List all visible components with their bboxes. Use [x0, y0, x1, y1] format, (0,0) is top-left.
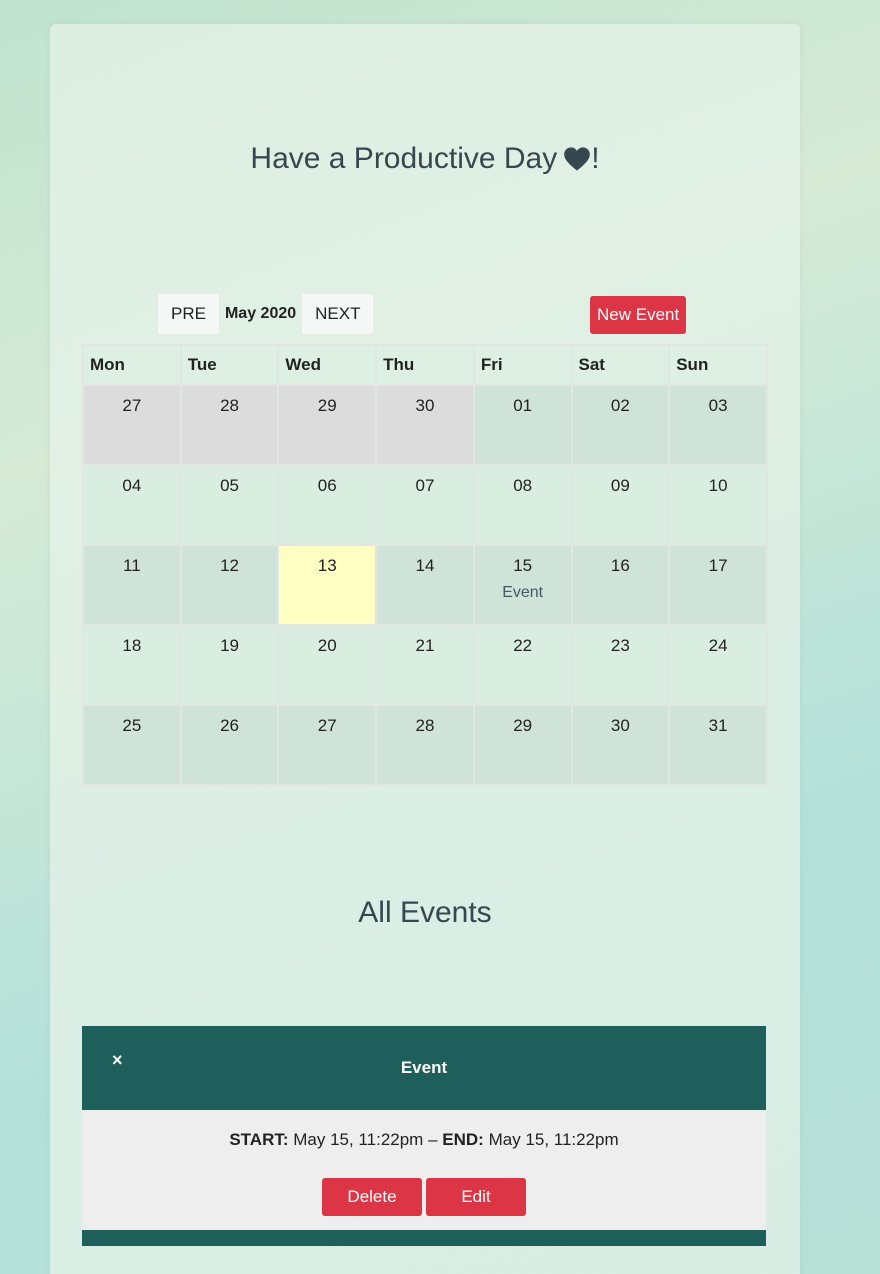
all-events-heading: All Events [358, 896, 492, 929]
greeting-suffix: ! [591, 142, 600, 175]
month-navigation: PRE May 2020 NEXT [158, 294, 374, 334]
new-event-button[interactable]: New Event [590, 296, 687, 334]
day-cell[interactable]: 11 [82, 544, 182, 626]
day-cell[interactable]: 29 [472, 704, 573, 786]
day-cell[interactable]: 21 [375, 624, 475, 706]
weekday-header: Mon [82, 344, 182, 386]
start-value: May 15, 11:22pm [293, 1130, 424, 1149]
day-cell-prev-month[interactable]: 28 [179, 384, 280, 466]
day-cell[interactable]: 03 [668, 384, 768, 466]
day-cell[interactable]: 09 [570, 464, 671, 546]
day-cell[interactable]: 26 [179, 704, 280, 786]
day-cell[interactable]: 14 [375, 544, 475, 626]
weekday-header: Sun [668, 344, 768, 386]
weekday-header-row: Mon Tue Wed Thu Fri Sat Sun [82, 344, 768, 386]
main-card: Have a Productive Day ! PRE May 2020 NEX… [50, 24, 800, 1274]
current-month: May 2020 [224, 305, 297, 322]
day-cell[interactable]: 23 [570, 624, 671, 706]
prev-month-button[interactable]: PRE [158, 294, 219, 334]
end-value: May 15, 11:22pm [488, 1130, 619, 1149]
weekday-header: Fri [472, 344, 573, 386]
next-month-button[interactable]: NEXT [302, 294, 374, 334]
day-cell[interactable]: 04 [82, 464, 182, 546]
close-icon[interactable]: × [112, 1050, 123, 1071]
day-cell[interactable]: 07 [375, 464, 475, 546]
delete-event-button[interactable]: Delete [322, 1178, 422, 1216]
day-cell[interactable]: 18 [82, 624, 182, 706]
calendar-week-row: 27 28 29 30 01 02 03 [82, 384, 768, 466]
day-cell[interactable]: 20 [277, 624, 378, 706]
weekday-header: Wed [277, 344, 378, 386]
greeting-text: Have a Productive Day [250, 142, 558, 175]
day-cell[interactable]: 22 [472, 624, 573, 706]
day-cell[interactable]: 12 [179, 544, 280, 626]
heart-icon [564, 147, 591, 171]
day-cell[interactable]: 31 [668, 704, 768, 786]
weekday-header: Tue [179, 344, 280, 386]
calendar-week-row: 04 05 06 07 08 09 10 [82, 464, 768, 546]
day-cell[interactable]: 27 [277, 704, 378, 786]
calendar-grid: Mon Tue Wed Thu Fri Sat Sun 27 28 29 30 … [82, 344, 768, 786]
day-cell[interactable]: 08 [472, 464, 573, 546]
page-title: Have a Productive Day ! [50, 142, 800, 176]
calendar-week-row: 11 12 13 14 15 Event 16 17 [82, 544, 768, 626]
day-cell[interactable]: 05 [179, 464, 280, 546]
day-cell-with-event[interactable]: 15 Event [472, 544, 573, 626]
calendar-event-chip[interactable]: Event [475, 584, 571, 602]
time-separator: – [428, 1130, 438, 1149]
start-label: START: [229, 1130, 289, 1149]
day-cell[interactable]: 19 [179, 624, 280, 706]
event-title: Event [400, 1058, 448, 1077]
end-label: END: [442, 1130, 484, 1149]
day-cell-prev-month[interactable]: 27 [82, 384, 182, 466]
calendar-week-row: 18 19 20 21 22 23 24 [82, 624, 768, 706]
day-cell[interactable]: 10 [668, 464, 768, 546]
calendar-week-row: 25 26 27 28 29 30 31 [82, 704, 768, 786]
day-cell[interactable]: 16 [570, 544, 671, 626]
event-detail-panel: × Event START: May 15, 11:22pm – END: Ma… [82, 1026, 766, 1246]
event-time-range: START: May 15, 11:22pm – END: May 15, 11… [82, 1130, 766, 1150]
day-cell[interactable]: 28 [375, 704, 475, 786]
weekday-header: Sat [570, 344, 671, 386]
weekday-header: Thu [375, 344, 475, 386]
day-cell-today[interactable]: 13 [277, 544, 378, 626]
event-actions: Delete Edit [82, 1178, 766, 1216]
day-cell[interactable]: 17 [668, 544, 768, 626]
event-panel-body: START: May 15, 11:22pm – END: May 15, 11… [82, 1112, 766, 1230]
edit-event-button[interactable]: Edit [426, 1178, 526, 1216]
day-number: 15 [513, 556, 533, 575]
day-cell[interactable]: 01 [472, 384, 573, 466]
day-cell[interactable]: 02 [570, 384, 671, 466]
day-cell[interactable]: 25 [82, 704, 182, 786]
day-cell[interactable]: 06 [277, 464, 378, 546]
event-panel-footer [82, 1230, 766, 1246]
day-cell-prev-month[interactable]: 29 [277, 384, 378, 466]
day-cell[interactable]: 24 [668, 624, 768, 706]
day-cell-prev-month[interactable]: 30 [375, 384, 475, 466]
event-panel-header: × Event [82, 1026, 766, 1112]
day-cell[interactable]: 30 [570, 704, 671, 786]
